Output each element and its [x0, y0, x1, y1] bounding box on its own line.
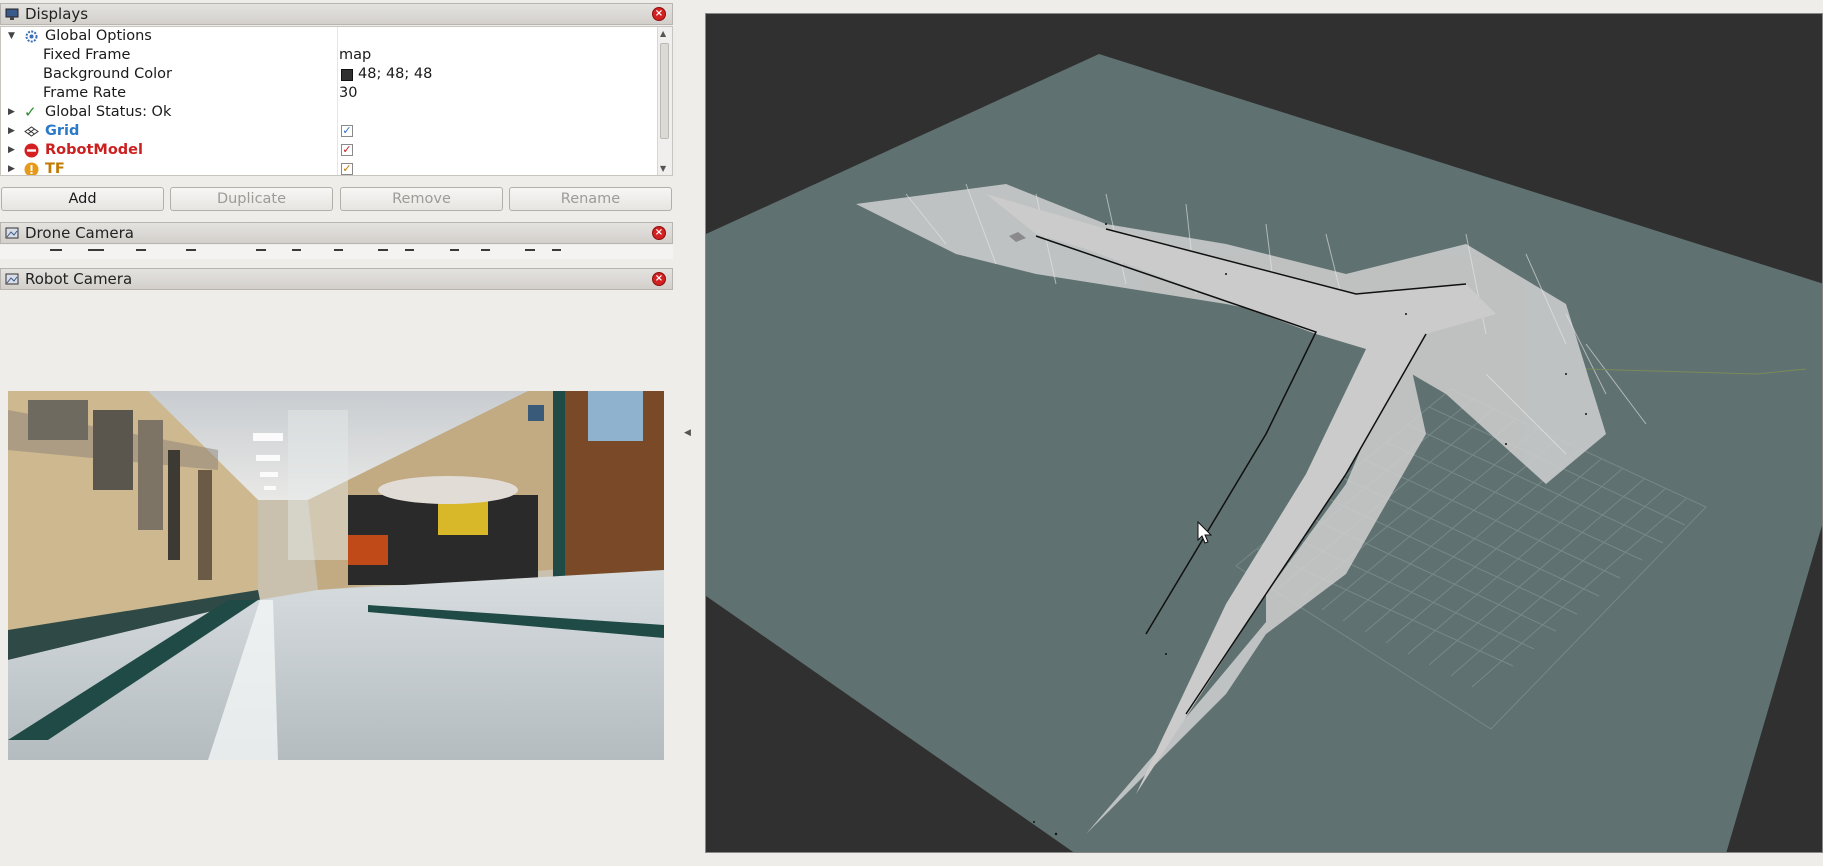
displays-title: Displays [25, 5, 89, 23]
rename-button[interactable]: Rename [509, 187, 672, 211]
close-icon[interactable]: × [652, 7, 666, 21]
fixed-frame-value[interactable]: map [339, 46, 371, 65]
expand-arrow-icon[interactable]: ▶ [8, 103, 15, 122]
tree-label: RobotModel [45, 142, 143, 158]
expand-arrow-icon[interactable]: ▼ [8, 27, 15, 46]
tree-row-background-color[interactable]: Background Color 48; 48; 48 [1, 65, 659, 84]
gear-icon [24, 29, 39, 44]
robot-camera-title: Robot Camera [25, 270, 133, 288]
add-button[interactable]: Add [1, 187, 164, 211]
error-icon [24, 143, 39, 158]
tree-row-tf[interactable]: ▶ TF ✓ [1, 160, 659, 176]
scroll-up-icon[interactable]: ▲ [660, 29, 666, 38]
grid-enabled-checkbox[interactable]: ✓ [341, 125, 353, 137]
tree-scrollbar[interactable]: ▲ ▼ [657, 27, 672, 175]
tree-label: TF [45, 161, 65, 176]
tree-label: Grid [45, 123, 80, 139]
expand-arrow-icon[interactable]: ▶ [8, 141, 15, 160]
expand-arrow-icon[interactable]: ▶ [8, 122, 15, 141]
tf-enabled-checkbox[interactable]: ✓ [341, 163, 353, 175]
close-icon[interactable]: × [652, 272, 666, 286]
displays-titlebar: Displays × [0, 3, 673, 25]
warning-icon [24, 162, 39, 175]
tree-label: Background Color [43, 66, 172, 82]
expand-arrow-icon[interactable]: ▶ [8, 160, 15, 175]
checkmark-icon: ✓ [24, 103, 37, 121]
tree-label: Global Status: Ok [45, 104, 172, 120]
tree-label: Global Options [45, 28, 152, 44]
tree-label: Fixed Frame [43, 47, 131, 63]
color-swatch[interactable] [341, 69, 353, 81]
monitor-icon [5, 8, 19, 21]
frame-rate-value[interactable]: 30 [339, 84, 357, 103]
background-color-value[interactable]: 48; 48; 48 [358, 65, 432, 84]
displays-tree[interactable]: ▼ Global Options Fixed Frame map Backgro… [0, 26, 673, 176]
image-icon [5, 273, 19, 286]
scroll-down-icon[interactable]: ▼ [660, 164, 666, 173]
hallway-camera-image [8, 391, 664, 760]
drone-camera-artifacts [50, 249, 561, 251]
tree-row-global-status[interactable]: ▶ ✓ Global Status: Ok [1, 103, 659, 122]
image-icon [5, 227, 19, 240]
close-icon[interactable]: × [652, 226, 666, 240]
tree-row-frame-rate[interactable]: Frame Rate 30 [1, 84, 659, 103]
tree-row-global-options[interactable]: ▼ Global Options [1, 27, 659, 46]
render-view-3d[interactable] [705, 13, 1823, 853]
drone-camera-view [0, 245, 673, 259]
tree-row-grid[interactable]: ▶ Grid ✓ [1, 122, 659, 141]
occupancy-map-scene [706, 54, 1822, 852]
tree-row-robotmodel[interactable]: ▶ RobotModel ✓ [1, 141, 659, 160]
drone-camera-titlebar: Drone Camera × [0, 222, 673, 244]
scrollbar-thumb[interactable] [660, 43, 669, 139]
grid-icon [24, 124, 39, 139]
collapse-arrow-icon[interactable]: ◀ [684, 428, 691, 438]
tree-label: Frame Rate [43, 85, 127, 101]
duplicate-button[interactable]: Duplicate [170, 187, 333, 211]
robotmodel-enabled-checkbox[interactable]: ✓ [341, 144, 353, 156]
remove-button[interactable]: Remove [340, 187, 503, 211]
drone-camera-title: Drone Camera [25, 224, 134, 242]
tree-row-fixed-frame[interactable]: Fixed Frame map [1, 46, 659, 65]
robot-camera-titlebar: Robot Camera × [0, 268, 673, 290]
robot-camera-view [8, 300, 664, 854]
